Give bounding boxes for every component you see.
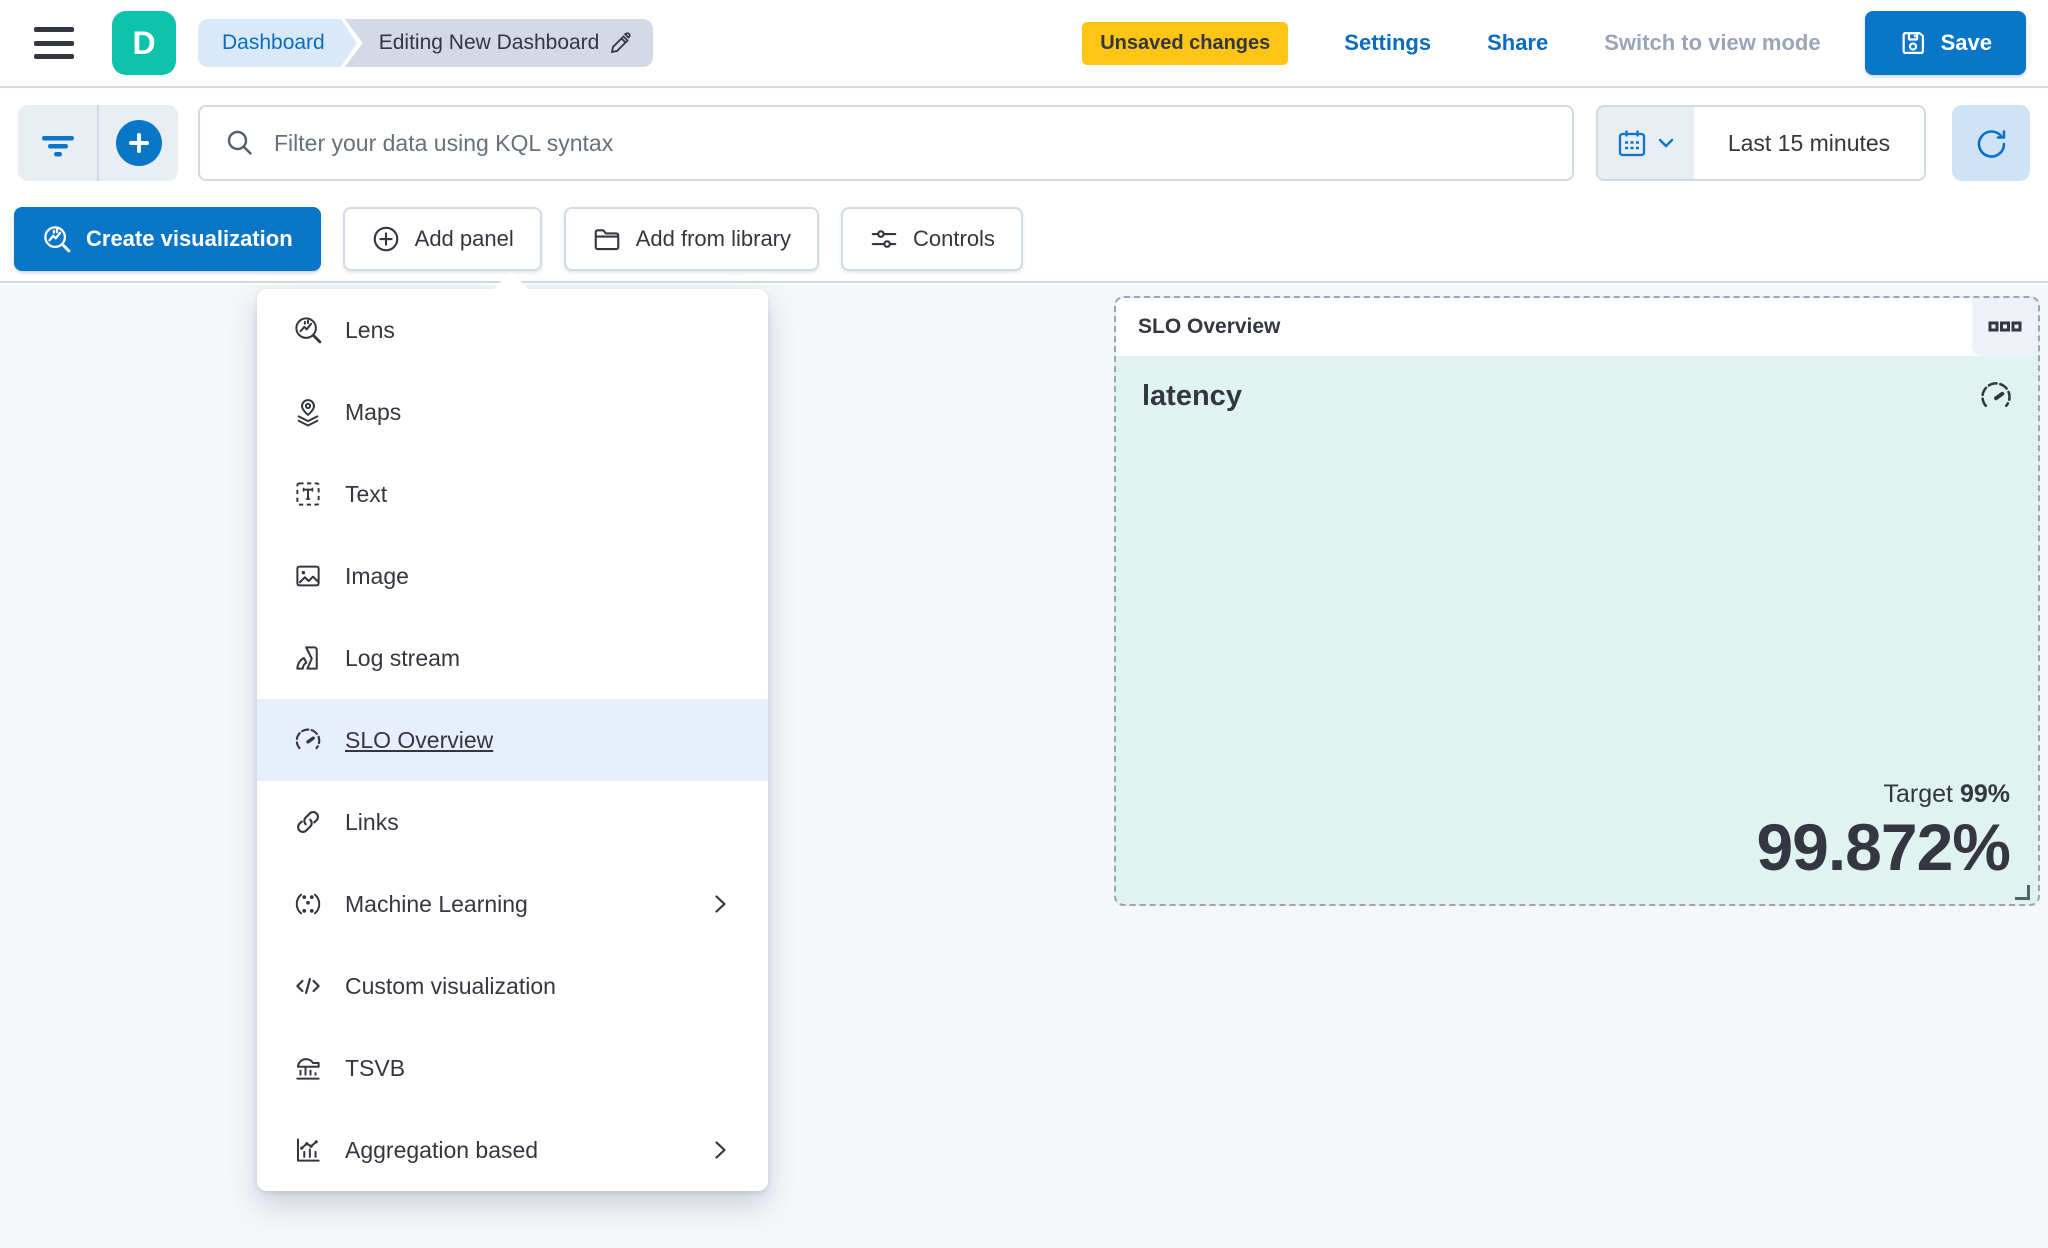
search-icon <box>224 127 256 159</box>
menu-item-tsvb[interactable]: TSVB <box>257 1027 768 1109</box>
breadcrumb: Dashboard Editing New Dashboard <box>198 19 654 67</box>
menu-item-text[interactable]: Text <box>257 453 768 535</box>
code-icon <box>293 971 323 1001</box>
gauge-icon <box>1978 378 2014 414</box>
edit-pencil-icon <box>609 31 633 55</box>
machine-learning-icon <box>293 889 323 919</box>
resize-corner-icon[interactable] <box>2015 885 2030 900</box>
time-picker-calendar-button[interactable] <box>1598 107 1694 179</box>
chevron-right-icon <box>708 892 732 916</box>
save-floppy-icon <box>1899 29 1927 57</box>
folder-icon <box>592 224 622 254</box>
kibana-dashboard-app: D Dashboard Editing New Dashboard Unsave… <box>0 0 2048 1248</box>
menu-item-aggregation-based[interactable]: Aggregation based <box>257 1109 768 1191</box>
switch-to-view-mode-link[interactable]: Switch to view mode <box>1604 30 1820 56</box>
log-stream-icon <box>293 643 323 673</box>
menu-item-maps[interactable]: Maps <box>257 371 768 453</box>
panel-options-button[interactable] <box>1972 298 2038 356</box>
lens-icon <box>293 315 323 345</box>
calendar-icon <box>1616 127 1648 159</box>
sliders-icon <box>869 224 899 254</box>
dashboard-viewport: Lens Maps Text Image Log stream SLO Over… <box>0 271 2048 1248</box>
chevron-down-icon <box>1656 133 1676 153</box>
menu-item-log-stream[interactable]: Log stream <box>257 617 768 699</box>
share-link[interactable]: Share <box>1487 30 1548 56</box>
slo-target: Target 99% <box>1883 779 2010 808</box>
link-icon <box>293 807 323 837</box>
panel-header: SLO Overview <box>1116 298 2038 356</box>
time-picker: Last 15 minutes <box>1596 105 1926 181</box>
breadcrumb-current-page[interactable]: Editing New Dashboard <box>344 19 654 67</box>
filter-controls-group <box>18 105 178 181</box>
breadcrumb-dashboard[interactable]: Dashboard <box>198 19 357 67</box>
add-filter-plus-icon <box>115 120 162 166</box>
deployment-logo[interactable]: D <box>112 11 176 75</box>
gauge-icon <box>293 725 323 755</box>
lens-icon <box>42 224 72 254</box>
plus-circle-icon <box>371 224 401 254</box>
maps-icon <box>293 397 323 427</box>
menu-item-lens[interactable]: Lens <box>257 289 768 371</box>
slo-target-value: 99% <box>1959 779 2010 808</box>
controls-button[interactable]: Controls <box>841 206 1023 271</box>
add-filter-button[interactable] <box>97 105 178 181</box>
chevron-right-icon <box>708 1138 732 1162</box>
image-icon <box>293 561 323 591</box>
tsvb-icon <box>293 1053 323 1083</box>
boxes-horizontal-icon <box>1988 320 2022 334</box>
add-panel-button[interactable]: Add panel <box>342 206 542 271</box>
menu-item-image[interactable]: Image <box>257 535 768 617</box>
save-button[interactable]: Save <box>1864 11 2026 75</box>
aggregation-icon <box>293 1135 323 1165</box>
menu-item-custom-visualization[interactable]: Custom visualization <box>257 945 768 1027</box>
slo-figures: Target 99% 99.872% <box>1756 779 2011 884</box>
text-icon <box>293 479 323 509</box>
slo-overview-panel: SLO Overview latency Target 99% 99.872% <box>1114 296 2040 906</box>
slo-observed-value: 99.872% <box>1756 809 2011 884</box>
menu-item-slo-overview[interactable]: SLO Overview <box>257 699 768 781</box>
kql-search-field[interactable] <box>198 105 1574 181</box>
search-input[interactable] <box>274 129 1548 157</box>
add-from-library-button[interactable]: Add from library <box>563 206 820 271</box>
add-panel-popover: Lens Maps Text Image Log stream SLO Over… <box>257 271 768 1191</box>
breadcrumb-current-label: Editing New Dashboard <box>378 31 600 54</box>
create-visualization-button[interactable]: Create visualization <box>14 206 321 271</box>
refresh-icon <box>1973 125 2009 161</box>
menu-item-links[interactable]: Links <box>257 781 768 863</box>
unsaved-changes-badge: Unsaved changes <box>1082 21 1289 65</box>
time-range-value[interactable]: Last 15 minutes <box>1694 107 1924 179</box>
settings-link[interactable]: Settings <box>1344 30 1431 56</box>
refresh-button[interactable] <box>1952 105 2030 181</box>
query-bar: Last 15 minutes <box>0 90 2048 196</box>
dashboard-edit-toolbar: Create visualization Add panel Add from … <box>0 196 2048 283</box>
panel-title: SLO Overview <box>1138 315 1281 338</box>
filter-icon[interactable] <box>18 105 97 181</box>
slo-card[interactable]: latency Target 99% 99.872% <box>1116 356 2038 904</box>
top-navigation-bar: D Dashboard Editing New Dashboard Unsave… <box>0 0 2048 88</box>
menu-icon[interactable] <box>30 21 78 65</box>
slo-name: latency <box>1142 380 1242 412</box>
menu-item-machine-learning[interactable]: Machine Learning <box>257 863 768 945</box>
